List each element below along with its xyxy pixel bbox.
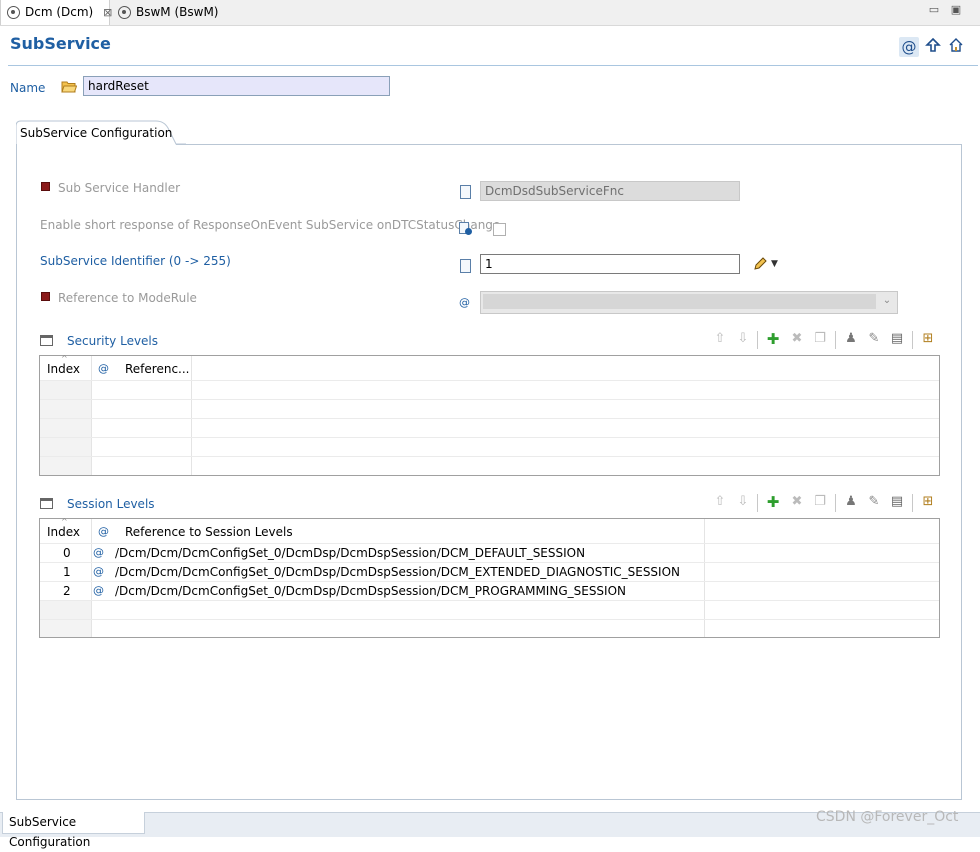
reference-icon: @ <box>98 525 109 538</box>
toolbar-separator <box>912 331 913 349</box>
table-row[interactable]: 1 @ /Dcm/Dcm/DcmConfigSet_0/DcmDsp/DcmDs… <box>40 563 939 581</box>
edit-table-icon[interactable]: ▤ <box>890 332 904 346</box>
edit-icon[interactable]: ✎ <box>867 332 881 346</box>
chevron-down-icon[interactable]: ⌄ <box>880 292 894 310</box>
subservice-identifier-label: SubService Identifier (0 -> 255) <box>40 254 231 268</box>
pencil-icon[interactable] <box>752 256 768 272</box>
move-up-icon[interactable]: ⇧ <box>713 332 727 346</box>
tab-dcm-label: Dcm (Dcm) <box>25 5 94 19</box>
table-row[interactable]: 0 @ /Dcm/Dcm/DcmConfigSet_0/DcmDsp/DcmDs… <box>40 544 939 562</box>
table-row[interactable]: 2 @ /Dcm/Dcm/DcmConfigSet_0/DcmDsp/DcmDs… <box>40 582 939 600</box>
row-divider <box>40 380 939 381</box>
toolbar-separator <box>835 331 836 349</box>
row-reference: /Dcm/Dcm/DcmConfigSet_0/DcmDsp/DcmDspSes… <box>115 565 681 579</box>
required-marker-icon <box>41 292 50 301</box>
index-column-header[interactable]: Index <box>47 362 80 376</box>
subservice-identifier-input[interactable] <box>480 254 740 274</box>
session-levels-toolbar: ⇧ ⇩ ✚ ✖ ❐ ♟ ✎ ▤ ⊞ <box>711 494 941 512</box>
column-divider <box>91 356 92 475</box>
import-icon[interactable]: ⊞ <box>921 332 935 346</box>
toolbar-separator <box>912 494 913 512</box>
tab-bswm-label: BswM (BswM) <box>136 5 219 19</box>
row-divider <box>40 456 939 457</box>
enable-short-response-label: Enable short response of ResponseOnEvent… <box>40 218 501 232</box>
up-arrow-icon[interactable] <box>923 37 943 57</box>
delete-icon[interactable]: ✖ <box>790 495 804 509</box>
reference-icon: @ <box>93 584 104 597</box>
reference-icon: @ <box>459 296 470 309</box>
watermark: CSDN @Forever_Oct <box>816 809 959 825</box>
row-reference: /Dcm/Dcm/DcmConfigSet_0/DcmDsp/DcmDspSes… <box>115 584 627 598</box>
user-icon[interactable]: ♟ <box>844 495 858 509</box>
session-levels-title: Session Levels <box>67 497 155 511</box>
reference-to-moderule-label: Reference to ModeRule <box>58 291 197 305</box>
row-index: 2 <box>63 584 71 598</box>
row-index: 1 <box>63 565 71 579</box>
toolbar-separator <box>835 494 836 512</box>
home-icon[interactable] <box>946 37 966 57</box>
reference-icon: @ <box>93 565 104 578</box>
row-divider <box>40 399 939 400</box>
sub-service-handler-field[interactable]: DcmDsdSubServiceFnc <box>480 181 740 201</box>
security-levels-title: Security Levels <box>67 334 159 348</box>
column-divider <box>191 356 192 475</box>
edit-icon[interactable]: ✎ <box>867 495 881 509</box>
index-column-header[interactable]: Index <box>47 525 80 539</box>
tab-dcm[interactable]: Dcm (Dcm) ⊠ <box>0 0 112 25</box>
minimize-icon[interactable]: ▭ <box>928 4 940 16</box>
function-name-icon <box>460 185 471 199</box>
table-icon <box>40 335 53 346</box>
move-down-icon[interactable]: ⇩ <box>736 332 750 346</box>
integer-icon <box>460 259 471 273</box>
tab-subservice-configuration-bottom[interactable]: SubService Configuration <box>2 812 145 849</box>
chevron-down-icon[interactable]: ▼ <box>771 259 778 269</box>
row-index: 0 <box>63 546 71 560</box>
security-levels-toolbar: ⇧ ⇩ ✚ ✖ ❐ ♟ ✎ ▤ ⊞ <box>711 331 941 349</box>
edit-table-icon[interactable]: ▤ <box>890 495 904 509</box>
boolean-icon <box>459 222 473 236</box>
row-divider <box>40 600 939 601</box>
at-reference-icon[interactable]: @ <box>899 37 919 57</box>
reference-icon: @ <box>98 362 109 375</box>
reference-icon: @ <box>93 546 104 559</box>
required-marker-icon <box>41 182 50 191</box>
user-icon[interactable]: ♟ <box>844 332 858 346</box>
copy-icon[interactable]: ❐ <box>813 332 827 346</box>
table-icon <box>40 498 53 509</box>
import-icon[interactable]: ⊞ <box>921 495 935 509</box>
tab-bswm[interactable]: BswM (BswM) <box>112 0 222 25</box>
maximize-icon[interactable]: ▣ <box>950 4 962 16</box>
row-reference: /Dcm/Dcm/DcmConfigSet_0/DcmDsp/DcmDspSes… <box>115 546 586 560</box>
name-input[interactable] <box>83 76 390 96</box>
folder-icon[interactable] <box>61 80 78 94</box>
tab-subservice-configuration[interactable]: SubService Configuration <box>20 126 172 140</box>
toolbar-separator <box>757 331 758 349</box>
reference-column-header[interactable]: Reference to Session Levels <box>125 525 293 539</box>
add-icon[interactable]: ✚ <box>766 332 780 347</box>
row-divider <box>40 418 939 419</box>
add-icon[interactable]: ✚ <box>766 495 780 510</box>
row-divider <box>40 437 939 438</box>
sub-service-handler-label: Sub Service Handler <box>58 181 181 195</box>
header-divider <box>8 65 978 66</box>
copy-icon[interactable]: ❐ <box>813 495 827 509</box>
close-icon[interactable]: ⊠ <box>103 6 112 19</box>
toolbar-separator <box>757 494 758 512</box>
module-icon <box>7 6 20 19</box>
index-column-bg <box>40 380 91 475</box>
delete-icon[interactable]: ✖ <box>790 332 804 346</box>
reference-column-header[interactable]: Referenc... <box>125 362 190 376</box>
module-icon <box>118 6 131 19</box>
page-title: SubService <box>10 34 111 53</box>
name-label: Name <box>10 81 46 95</box>
move-down-icon[interactable]: ⇩ <box>736 495 750 509</box>
move-up-icon[interactable]: ⇧ <box>713 495 727 509</box>
enable-short-response-checkbox[interactable] <box>493 223 506 236</box>
moderule-value <box>483 294 876 309</box>
row-divider <box>40 619 939 620</box>
